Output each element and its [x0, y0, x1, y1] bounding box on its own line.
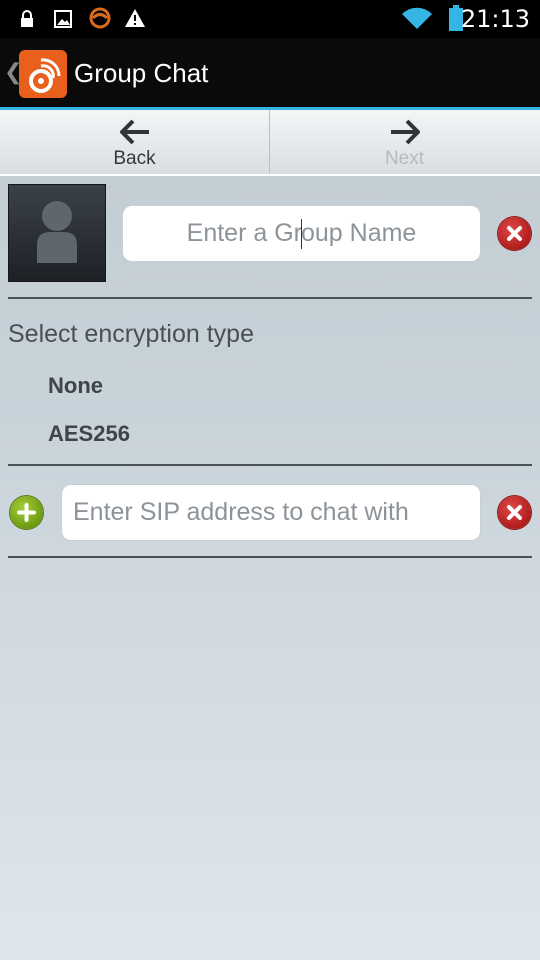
add-participant-button[interactable] — [10, 496, 43, 529]
clock: 21:13 — [460, 5, 530, 33]
status-bar: 21:13 — [0, 0, 540, 38]
person-placeholder-icon — [37, 201, 77, 263]
nav-bar: Back Next — [0, 110, 540, 176]
divider — [8, 556, 532, 558]
back-button[interactable]: Back — [0, 110, 270, 174]
group-name-text-start: Enter a Gr — [186, 219, 302, 247]
wifi-icon — [402, 7, 432, 30]
arrow-right-icon — [390, 119, 420, 145]
close-icon — [507, 226, 522, 241]
group-avatar[interactable] — [8, 184, 106, 282]
next-label: Next — [384, 148, 425, 169]
divider — [8, 297, 532, 299]
lock-icon — [21, 10, 33, 27]
action-bar: ❮ Group Chat — [0, 38, 540, 110]
page-title: Group Chat — [74, 58, 209, 88]
arrow-left-icon — [119, 119, 149, 145]
group-name-input[interactable]: Enter a Group Name — [122, 205, 481, 262]
clear-group-name-button[interactable] — [498, 217, 531, 250]
clear-sip-address-button[interactable] — [498, 496, 531, 529]
image-icon — [54, 10, 72, 28]
sip-address-placeholder: Enter SIP address to chat with — [73, 498, 409, 526]
back-label: Back — [113, 148, 156, 169]
next-button[interactable]: Next — [270, 110, 539, 174]
warning-icon — [125, 9, 145, 27]
encryption-section-title: Select encryption type — [8, 320, 254, 348]
group-name-text-end: oup Name — [300, 219, 417, 247]
sip-address-input[interactable]: Enter SIP address to chat with — [61, 484, 481, 541]
encryption-option-none[interactable]: None — [48, 373, 103, 399]
divider — [8, 464, 532, 466]
app-logo[interactable] — [19, 50, 67, 98]
app-notification-icon — [89, 7, 111, 29]
close-icon — [507, 505, 522, 520]
encryption-option-aes256[interactable]: AES256 — [48, 421, 130, 447]
plus-icon — [17, 503, 36, 522]
